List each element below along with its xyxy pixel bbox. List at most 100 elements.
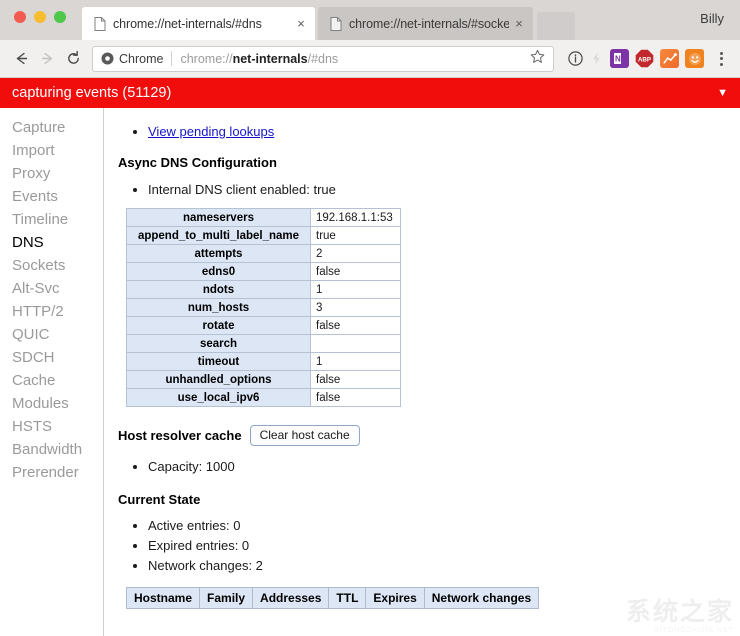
host-cache-table: Hostname Family Addresses TTL Expires Ne… <box>125 587 540 609</box>
flash-icon[interactable] <box>589 51 604 66</box>
forward-arrow-icon <box>34 46 60 72</box>
maximize-window-button[interactable] <box>54 11 66 23</box>
config-value: 192.168.1.1:53 <box>310 208 401 227</box>
three-dot-menu-icon[interactable] <box>712 51 730 66</box>
url-domain: net-internals <box>232 51 308 66</box>
sidebar-item-capture[interactable]: Capture <box>0 116 103 139</box>
clear-host-cache-button[interactable]: Clear host cache <box>249 425 360 446</box>
chart-extension-icon[interactable] <box>660 49 679 68</box>
close-tab-button[interactable]: × <box>511 16 527 32</box>
pending-lookups-list: View pending lookups <box>148 122 740 141</box>
sidebar-item-sockets[interactable]: Sockets <box>0 254 103 277</box>
list-item: View pending lookups <box>148 122 740 141</box>
tab-title: chrome://net-internals/#dns <box>113 16 262 31</box>
sidebar-item-import[interactable]: Import <box>0 139 103 162</box>
config-value: false <box>310 316 401 335</box>
bookmark-star-icon[interactable] <box>530 49 545 69</box>
reload-icon[interactable] <box>60 46 86 72</box>
config-key: timeout <box>126 352 311 371</box>
list-item: Expired entries: 0 <box>148 536 740 555</box>
sidebar-item-proxy[interactable]: Proxy <box>0 162 103 185</box>
host-resolver-cache-label: Host resolver cache <box>118 428 242 443</box>
column-header-expires[interactable]: Expires <box>365 587 425 609</box>
column-header-ttl[interactable]: TTL <box>328 587 367 609</box>
table-header-row: Hostname Family Addresses TTL Expires Ne… <box>125 587 540 609</box>
page-favicon-icon <box>330 16 342 31</box>
column-header-addresses[interactable]: Addresses <box>252 587 330 609</box>
sidebar-item-prerender[interactable]: Prerender <box>0 461 103 484</box>
config-value: 2 <box>310 244 401 263</box>
window-controls <box>14 11 66 23</box>
svg-text:ABP: ABP <box>638 56 651 63</box>
sidebar-item-events[interactable]: Events <box>0 185 103 208</box>
tab-title: chrome://net-internals/#socke <box>349 16 509 31</box>
list-item: Network changes: 2 <box>148 556 740 575</box>
url-prefix: chrome:// <box>180 51 233 66</box>
config-value: 1 <box>310 280 401 299</box>
sidebar-item-alt-svc[interactable]: Alt-Svc <box>0 277 103 300</box>
sidebar-item-dns[interactable]: DNS <box>0 231 103 254</box>
column-header-family[interactable]: Family <box>199 587 254 609</box>
onenote-extension-icon[interactable]: N <box>610 49 629 68</box>
config-key: search <box>126 334 311 353</box>
sidebar-item-timeline[interactable]: Timeline <box>0 208 103 231</box>
config-value: 1 <box>310 352 401 371</box>
table-row: edns0 false <box>126 262 401 281</box>
new-tab-button[interactable] <box>537 12 575 40</box>
page-info-icon[interactable] <box>567 50 584 67</box>
chrome-logo-icon <box>101 52 114 65</box>
url-text: chrome://net-internals/#dns <box>180 52 524 66</box>
sidebar-item-hsts[interactable]: HSTS <box>0 415 103 438</box>
sidebar-item-sdch[interactable]: SDCH <box>0 346 103 369</box>
sidebar-item-http2[interactable]: HTTP/2 <box>0 300 103 323</box>
config-key: num_hosts <box>126 298 311 317</box>
table-row: ndots 1 <box>126 280 401 299</box>
table-row: nameservers 192.168.1.1:53 <box>126 208 401 227</box>
tab-sockets[interactable]: chrome://net-internals/#socke × <box>318 7 533 40</box>
sidebar-item-modules[interactable]: Modules <box>0 392 103 415</box>
browser-toolbar: Chrome chrome://net-internals/#dns N ABP <box>0 40 740 78</box>
config-key: attempts <box>126 244 311 263</box>
back-arrow-icon[interactable] <box>8 46 34 72</box>
minimize-window-button[interactable] <box>34 11 46 23</box>
table-row: timeout 1 <box>126 352 401 371</box>
config-key: use_local_ipv6 <box>126 388 311 407</box>
table-row: append_to_multi_label_name true <box>126 226 401 245</box>
current-state-heading: Current State <box>118 492 201 507</box>
config-value: false <box>310 388 401 407</box>
svg-text:N: N <box>615 55 621 64</box>
security-chip[interactable]: Chrome <box>101 52 163 66</box>
list-item: Internal DNS client enabled: true <box>148 180 740 199</box>
watermark: 系统之家 XITONGZHIJIA.NET <box>625 598 734 635</box>
sidebar-item-quic[interactable]: QUIC <box>0 323 103 346</box>
smiley-extension-icon[interactable] <box>685 49 704 68</box>
watermark-line-1: 系统之家 <box>625 598 734 626</box>
host-resolver-cache-row: Host resolver cache Clear host cache <box>118 425 740 446</box>
async-dns-configuration-heading: Async DNS Configuration <box>118 155 277 170</box>
profile-name[interactable]: Billy <box>700 11 724 26</box>
chevron-down-icon[interactable]: ▼ <box>717 87 728 99</box>
tab-dns[interactable]: chrome://net-internals/#dns × <box>82 7 315 40</box>
tab-strip: chrome://net-internals/#dns × chrome://n… <box>0 0 740 40</box>
current-state-list: Active entries: 0 Expired entries: 0 Net… <box>148 516 740 575</box>
config-key: append_to_multi_label_name <box>126 226 311 245</box>
column-header-hostname[interactable]: Hostname <box>125 587 201 609</box>
list-item: Active entries: 0 <box>148 516 740 535</box>
table-row: num_hosts 3 <box>126 298 401 317</box>
sidebar: Capture Import Proxy Events Timeline DNS… <box>0 108 104 636</box>
close-tab-button[interactable]: × <box>293 16 309 32</box>
adblock-plus-extension-icon[interactable]: ABP <box>635 49 654 68</box>
address-bar[interactable]: Chrome chrome://net-internals/#dns <box>92 45 554 72</box>
view-pending-lookups-link[interactable]: View pending lookups <box>148 124 274 139</box>
config-key: nameservers <box>126 208 311 227</box>
capturing-events-bar[interactable]: capturing events (51129) ▼ <box>0 78 740 108</box>
dns-content-pane: View pending lookups Async DNS Configura… <box>104 108 740 636</box>
omnibox-divider <box>171 51 173 66</box>
sidebar-item-bandwidth[interactable]: Bandwidth <box>0 438 103 461</box>
config-value: false <box>310 262 401 281</box>
column-header-network-changes[interactable]: Network changes <box>423 587 540 609</box>
close-window-button[interactable] <box>14 11 26 23</box>
config-value: false <box>310 370 401 389</box>
sidebar-item-cache[interactable]: Cache <box>0 369 103 392</box>
capturing-events-label: capturing events (51129) <box>12 85 172 101</box>
